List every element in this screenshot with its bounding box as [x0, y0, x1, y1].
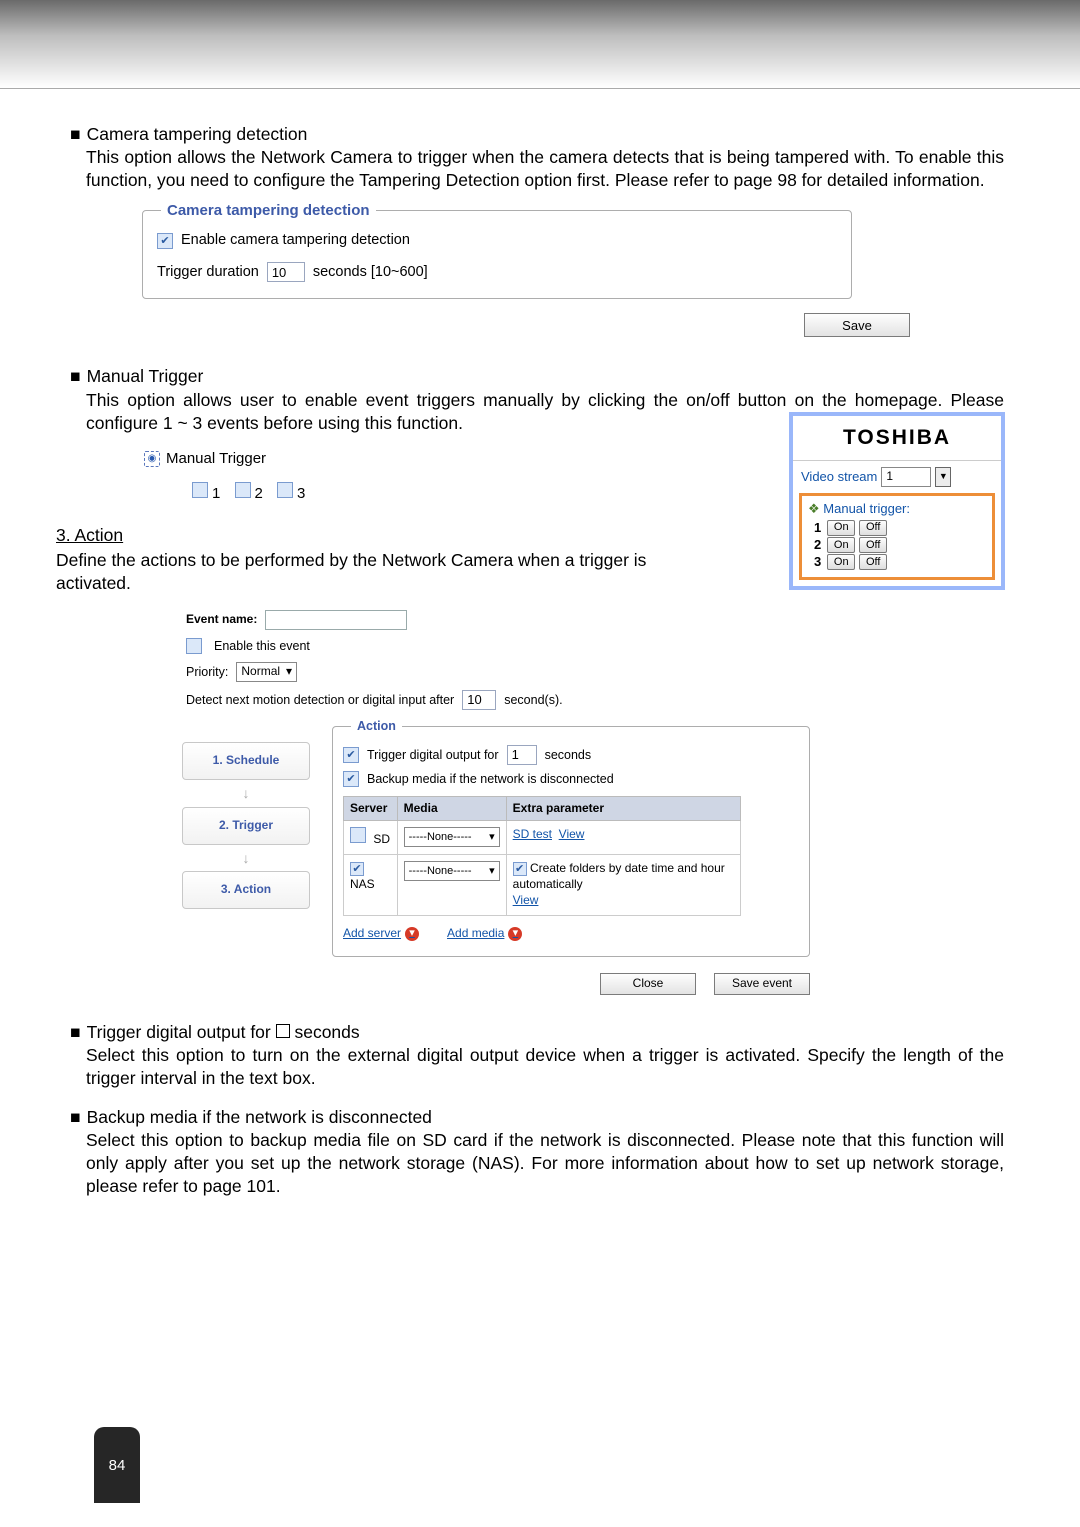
video-stream-select[interactable]: 1	[881, 467, 931, 487]
sd-test-link[interactable]: SD test	[513, 827, 552, 841]
nas-media-select[interactable]: -----None-----▾	[404, 861, 500, 881]
th-media: Media	[397, 796, 506, 821]
mt3-on[interactable]: On	[827, 554, 855, 570]
trigger-duration-suffix: seconds [10~600]	[313, 263, 428, 282]
action-desc: Define the actions to be performed by th…	[56, 549, 656, 595]
checkbox-enable-tampering[interactable]: ✔	[157, 233, 173, 249]
server-media-table: Server Media Extra parameter SD -----Non…	[343, 796, 741, 916]
save-event-button[interactable]: Save event	[714, 973, 810, 995]
trigger-duration-label: Trigger duration	[157, 263, 259, 282]
section-title: Backup media if the network is disconnec…	[87, 1107, 432, 1127]
placeholder-box-icon	[276, 1024, 290, 1038]
add-server-link[interactable]: Add server▾	[343, 926, 419, 942]
trigger-do-suffix: seconds	[545, 747, 592, 764]
th-server: Server	[344, 796, 398, 821]
action-legend: Action	[351, 718, 402, 735]
section-trigger-do: ■Trigger digital output for seconds Sele…	[70, 1021, 1004, 1090]
sd-view-link[interactable]: View	[559, 827, 585, 841]
video-stream-label: Video stream	[801, 468, 877, 485]
detect-label-1: Detect next motion detection or digital …	[186, 692, 454, 709]
event-name-input[interactable]	[265, 610, 407, 630]
add-media-link[interactable]: Add media▾	[447, 926, 522, 942]
section-backup-media: ■Backup media if the network is disconne…	[70, 1106, 1004, 1198]
trigger-duration-input[interactable]: 10	[267, 262, 305, 282]
mt1-off[interactable]: Off	[859, 520, 887, 536]
manual-trigger-highlight: ❖ Manual trigger: 1 OnOff 2 OnOff 3 OnOf…	[799, 493, 995, 580]
step-schedule[interactable]: 1. Schedule	[182, 742, 310, 780]
enable-event-label: Enable this event	[214, 638, 310, 655]
dropdown-icon[interactable]: ▼	[935, 467, 951, 487]
checkbox-mt1[interactable]	[192, 482, 208, 498]
mt1-on[interactable]: On	[827, 520, 855, 536]
nas-checkbox[interactable]: ✔	[350, 862, 364, 876]
radio-manual-trigger[interactable]: ◉	[144, 451, 160, 467]
priority-select[interactable]: Normal ▾	[236, 662, 297, 682]
section-body: Select this option to turn on the extern…	[86, 1044, 1004, 1090]
mt3-off[interactable]: Off	[859, 554, 887, 570]
add-icon: ▾	[405, 927, 419, 941]
checkbox-trigger-do[interactable]: ✔	[343, 747, 359, 763]
table-row: ✔ NAS -----None-----▾ ✔ Create folders b…	[344, 855, 741, 915]
arrow-icon: ↓	[243, 849, 250, 867]
checkbox-backup[interactable]: ✔	[343, 771, 359, 787]
backup-label: Backup media if the network is disconnec…	[367, 771, 614, 788]
event-name-label: Event name:	[186, 612, 257, 628]
step-trigger[interactable]: 2. Trigger	[182, 807, 310, 845]
action-group: Action ✔ Trigger digital output for 1 se…	[332, 726, 810, 956]
save-button[interactable]: Save	[804, 313, 910, 337]
checkbox-mt3[interactable]	[277, 482, 293, 498]
sd-media-select[interactable]: -----None-----▾	[404, 827, 500, 847]
toshiba-preview-panel: TOSHIBA Video stream 1 ▼ ❖ Manual trigge…	[789, 412, 1005, 590]
steps-column: 1. Schedule ↓ 2. Trigger ↓ 3. Action	[186, 742, 306, 956]
section-body: Select this option to backup media file …	[86, 1129, 1004, 1198]
nas-view-link[interactable]: View	[513, 893, 539, 907]
manual-trigger-label: Manual Trigger	[166, 449, 266, 469]
detect-interval-input[interactable]: 10	[462, 690, 496, 710]
trigger-do-label: Trigger digital output for	[367, 747, 499, 764]
manual-trigger-head: Manual trigger:	[823, 501, 910, 516]
section-title: Manual Trigger	[87, 366, 204, 386]
trigger-do-input[interactable]: 1	[507, 745, 537, 765]
enable-tampering-label: Enable camera tampering detection	[181, 231, 410, 250]
sd-checkbox[interactable]	[350, 827, 366, 843]
th-extra: Extra parameter	[506, 796, 740, 821]
enable-event-checkbox[interactable]	[186, 638, 202, 654]
page-number-tab: 84	[94, 1427, 140, 1503]
section-body: This option allows the Network Camera to…	[86, 146, 1004, 192]
panel-legend: Camera tampering detection	[161, 201, 376, 221]
step-action[interactable]: 3. Action	[182, 871, 310, 909]
section-title-b: seconds	[290, 1022, 360, 1042]
mt2-off[interactable]: Off	[859, 537, 887, 553]
mt2-on[interactable]: On	[827, 537, 855, 553]
table-row: SD -----None-----▾ SD test View	[344, 821, 741, 855]
manual-trigger-box: ◉ Manual Trigger 1 2 3	[144, 449, 330, 505]
checkbox-mt2[interactable]	[235, 482, 251, 498]
header-gradient	[0, 0, 1080, 89]
add-icon: ▾	[508, 927, 522, 941]
section-title-a: Trigger digital output for	[87, 1022, 276, 1042]
detect-label-2: second(s).	[504, 692, 562, 709]
tampering-detection-panel: Camera tampering detection ✔ Enable came…	[142, 210, 852, 299]
arrow-icon: ↓	[243, 784, 250, 802]
brand-title: TOSHIBA	[793, 416, 1001, 461]
event-config-panel: Event name: Enable this event Priority: …	[186, 610, 810, 995]
section-title: Camera tampering detection	[87, 124, 308, 144]
priority-label: Priority:	[186, 664, 228, 681]
close-button[interactable]: Close	[600, 973, 696, 995]
action-heading: 3. Action	[56, 525, 123, 545]
create-folders-checkbox[interactable]: ✔	[513, 862, 527, 876]
section-camera-tampering: ■Camera tampering detection This option …	[70, 123, 1004, 192]
